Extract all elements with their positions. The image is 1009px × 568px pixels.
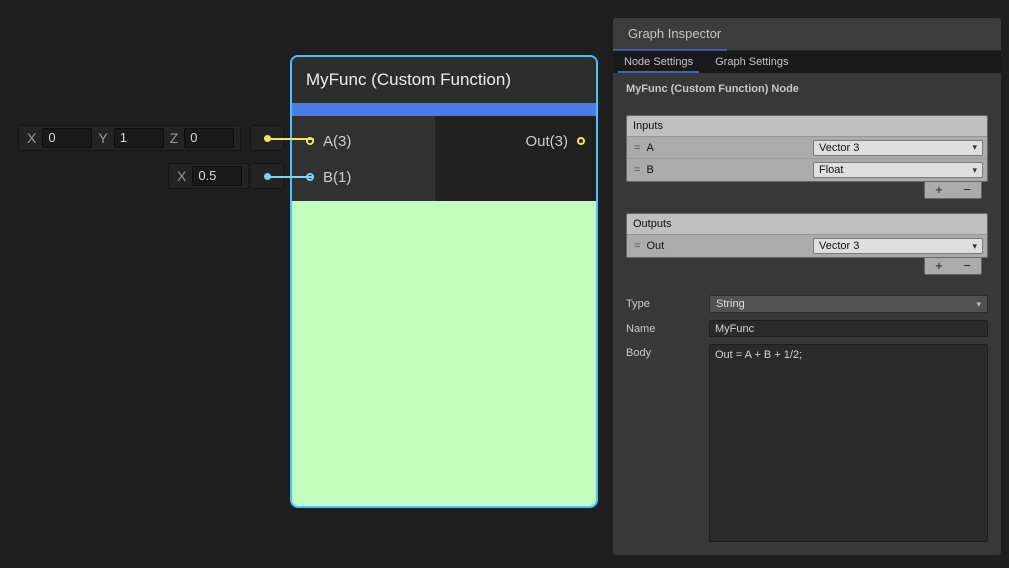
- outputs-row-out[interactable]: = Out Vector 3 ▾: [627, 235, 987, 257]
- inputs-row-b[interactable]: = B Float ▾: [627, 159, 987, 181]
- port-row-a: A(3): [292, 123, 435, 159]
- node-input-ports: A(3) B(1): [292, 116, 435, 201]
- outputs-list-footer: + −: [924, 258, 982, 275]
- node-output-ports: Out(3): [435, 116, 596, 201]
- inputs-list-footer: + −: [924, 182, 982, 199]
- inspector-title: Graph Inspector: [628, 26, 721, 41]
- node-title[interactable]: MyFunc (Custom Function): [292, 57, 596, 103]
- name-property-row: Name MyFunc: [626, 320, 988, 337]
- type-value: String: [716, 298, 745, 310]
- drag-handle-icon[interactable]: =: [634, 240, 639, 252]
- chevron-down-icon: ▾: [976, 299, 981, 310]
- vector-z-label: Z: [168, 130, 181, 146]
- drag-handle-icon[interactable]: =: [634, 164, 639, 176]
- port-out-icon[interactable]: [577, 137, 585, 145]
- node-preview: [292, 201, 596, 506]
- output-out-name: Out: [646, 240, 813, 252]
- input-a-type-dropdown[interactable]: Vector 3 ▾: [813, 140, 983, 156]
- wire-float-to-b[interactable]: [266, 176, 314, 178]
- add-input-button[interactable]: +: [925, 182, 953, 198]
- float-input-widget: X 0.5: [168, 163, 249, 189]
- type-dropdown[interactable]: String ▾: [709, 295, 988, 313]
- output-out-type-dropdown[interactable]: Vector 3 ▾: [813, 238, 983, 254]
- vector-x-label: X: [25, 130, 38, 146]
- input-b-type-dropdown[interactable]: Float ▾: [813, 162, 983, 178]
- chevron-down-icon: ▾: [972, 142, 977, 153]
- inputs-row-a[interactable]: = A Vector 3 ▾: [627, 137, 987, 159]
- vector-z-field[interactable]: 0: [184, 128, 234, 148]
- remove-input-button[interactable]: −: [953, 182, 981, 198]
- port-out-label: Out(3): [525, 133, 568, 150]
- inputs-list-header: Inputs: [627, 116, 987, 137]
- float-x-field[interactable]: 0.5: [192, 166, 242, 186]
- outputs-list-header: Outputs: [627, 214, 987, 235]
- vector3-input-widget: X 0 Y 1 Z 0: [18, 125, 241, 151]
- input-a-name: A: [646, 142, 813, 154]
- spacer: [626, 199, 988, 213]
- body-label: Body: [626, 344, 709, 359]
- body-textarea[interactable]: Out = A + B + 1/2;: [709, 344, 988, 542]
- input-b-type-value: Float: [819, 164, 843, 176]
- outputs-list: Outputs = Out Vector 3 ▾: [626, 213, 988, 258]
- body-property-row: Body Out = A + B + 1/2;: [626, 344, 988, 542]
- vector-x-field[interactable]: 0: [42, 128, 92, 148]
- custom-function-node[interactable]: MyFunc (Custom Function) A(3) B(1) Out(3…: [290, 55, 598, 508]
- chevron-down-icon: ▾: [972, 165, 977, 176]
- input-b-name: B: [646, 164, 813, 176]
- vector-y-field[interactable]: 1: [114, 128, 164, 148]
- spacer: [626, 275, 988, 295]
- tab-graph-settings[interactable]: Graph Settings: [704, 51, 799, 73]
- type-label: Type: [626, 295, 709, 310]
- node-accent-bar: [292, 103, 596, 116]
- port-a-label: A(3): [323, 133, 351, 150]
- output-out-type-value: Vector 3: [819, 240, 859, 252]
- node-heading: MyFunc (Custom Function) Node: [626, 83, 988, 95]
- vector-y-label: Y: [96, 130, 109, 146]
- node-port-area: A(3) B(1) Out(3): [292, 116, 596, 201]
- type-property-row: Type String ▾: [626, 295, 988, 313]
- port-row-out: Out(3): [525, 123, 596, 159]
- wire-vector3-to-a[interactable]: [266, 138, 314, 140]
- inspector-titlebar[interactable]: Graph Inspector: [613, 18, 1001, 51]
- float-x-label: X: [175, 168, 188, 184]
- inputs-list: Inputs = A Vector 3 ▾ = B Float ▾: [626, 115, 988, 182]
- inspector-body: MyFunc (Custom Function) Node Inputs = A…: [613, 73, 1001, 542]
- graph-inspector-panel: Graph Inspector Node Settings Graph Sett…: [613, 18, 1001, 555]
- chevron-down-icon: ▾: [972, 241, 977, 252]
- name-field[interactable]: MyFunc: [709, 320, 988, 337]
- drag-handle-icon[interactable]: =: [634, 142, 639, 154]
- tab-node-settings[interactable]: Node Settings: [613, 51, 704, 73]
- remove-output-button[interactable]: −: [953, 258, 981, 274]
- port-b-label: B(1): [323, 169, 351, 186]
- input-a-type-value: Vector 3: [819, 142, 859, 154]
- name-label: Name: [626, 320, 709, 335]
- add-output-button[interactable]: +: [925, 258, 953, 274]
- inspector-tab-bar: Node Settings Graph Settings: [613, 51, 1001, 73]
